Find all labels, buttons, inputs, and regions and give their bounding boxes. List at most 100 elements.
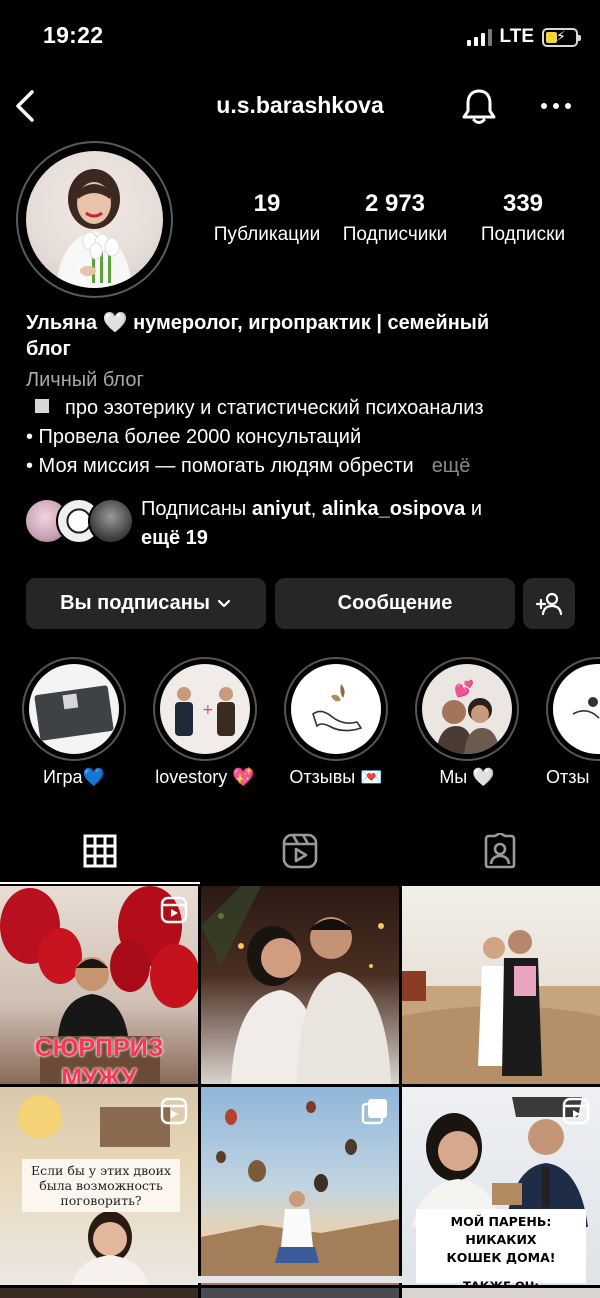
suggest-users-button[interactable] <box>523 578 575 629</box>
post-image <box>201 886 391 1084</box>
message-button-label: Сообщение <box>337 592 453 614</box>
reels-icon <box>282 833 318 869</box>
tab-grid[interactable] <box>0 820 200 882</box>
highlight-cover: 💕 <box>422 664 512 754</box>
bio-category: Личный блог <box>26 369 144 391</box>
followed-by-user[interactable]: aniyut <box>252 498 311 520</box>
stat-following[interactable]: 339 Подписки <box>466 190 580 246</box>
profile-username: u.s.barashkova <box>216 92 384 118</box>
reels-icon <box>160 896 188 924</box>
profile-bio: Ульяна 🤍 нумеролог, игропрактик | семейн… <box>26 310 586 481</box>
stat-posts[interactable]: 19 Публикации <box>210 190 324 246</box>
carousel-icon <box>361 1099 387 1125</box>
followed-by-sep: , <box>310 498 322 520</box>
grid-icon <box>83 834 117 868</box>
highlight-reviews[interactable]: Отзывы 💌 <box>284 657 388 788</box>
stat-following-value: 339 <box>502 190 544 217</box>
highlight-label: Отзы <box>546 767 590 787</box>
square-bullet-icon <box>35 399 49 413</box>
posts-grid: СЮРПРИЗ МУЖУ Если бы у этих двоих была в… <box>0 886 600 1298</box>
highlight-reviews-2[interactable]: Отзы <box>546 657 600 788</box>
highlight-cover <box>291 664 381 754</box>
post-caption: МУЖУ <box>61 1064 137 1084</box>
highlight-game[interactable]: Игра💙 <box>22 657 126 788</box>
svg-text:+: + <box>202 702 214 718</box>
followed-by[interactable]: Подписаны aniyut, alinka_osipova и ещё 19 <box>24 492 584 552</box>
post-tile[interactable]: СЮРПРИЗ МУЖУ <box>0 886 198 1084</box>
bio-name-line1: Ульяна 🤍 нумеролог, игропрактик | семейн… <box>26 312 490 334</box>
highlight-cover-ring <box>546 657 600 761</box>
avatar-photo <box>26 151 163 288</box>
highlight-us[interactable]: 💕 Мы 🤍 <box>415 657 519 788</box>
add-person-icon <box>535 592 563 615</box>
network-type: LTE <box>499 26 534 47</box>
stat-followers[interactable]: 2 973 Подписчики <box>336 190 454 246</box>
followed-by-more[interactable]: ещё 19 <box>141 527 208 549</box>
followed-by-prefix: Подписаны <box>141 498 252 520</box>
highlight-label: lovestory 💖 <box>155 767 255 787</box>
bell-icon[interactable] <box>460 86 498 126</box>
reels-icon <box>562 1097 590 1125</box>
tab-reels[interactable] <box>200 820 400 882</box>
profile-stats: 19 Публикации 2 973 Подписчики 339 Подпи… <box>200 190 600 250</box>
post-tile[interactable] <box>201 1087 399 1285</box>
chevron-down-icon <box>217 599 231 607</box>
bio-more-link[interactable]: ещё <box>432 455 471 477</box>
post-caption: МОЙ ПАРЕНЬ: НИКАКИХ <box>450 1214 552 1247</box>
following-button[interactable]: Вы подписаны <box>26 578 266 629</box>
post-tile[interactable] <box>201 886 399 1084</box>
highlight-cover: + <box>160 664 250 754</box>
post-tile[interactable]: Если бы у этих двоих была возможность по… <box>0 1087 198 1285</box>
post-tile[interactable] <box>402 886 600 1084</box>
reels-icon <box>160 1097 188 1125</box>
followed-by-user[interactable]: alinka_osipova <box>322 498 465 520</box>
stat-followers-label: Подписчики <box>342 224 448 245</box>
highlight-cover <box>553 664 600 754</box>
more-dots-icon[interactable] <box>538 88 574 124</box>
bio-name: Ульяна 🤍 нумеролог, игропрактик | семейн… <box>26 310 586 362</box>
bio-name-line2: блог <box>26 338 71 360</box>
active-tab-indicator <box>0 882 200 884</box>
status-time: 19:22 <box>43 22 104 48</box>
following-button-label: Вы подписаны <box>60 592 210 614</box>
svg-text:💕: 💕 <box>454 679 474 698</box>
highlight-label: Мы 🤍 <box>439 767 495 787</box>
stat-posts-label: Публикации <box>213 224 321 245</box>
highlight-label: Игра💙 <box>43 767 105 787</box>
followed-by-text: Подписаны aniyut, alinka_osipova и ещё 19 <box>141 495 561 553</box>
post-caption-box: МОЙ ПАРЕНЬ: НИКАКИХ КОШЕК ДОМА! ТАКЖЕ ОН… <box>416 1209 586 1285</box>
highlight-lovestory[interactable]: + lovestory 💖 <box>153 657 257 788</box>
bio-line-3: • Моя миссия — помогать людям обрести ещё <box>26 452 586 481</box>
highlight-cover <box>29 664 119 754</box>
post-tile[interactable] <box>402 1288 600 1298</box>
signal-icon <box>466 28 492 46</box>
status-bar: 19:22 LTE ⚡ <box>0 0 600 72</box>
follower-avatar <box>88 498 134 544</box>
post-tile[interactable]: МОЙ ПАРЕНЬ: НИКАКИХ КОШЕК ДОМА! ТАКЖЕ ОН… <box>402 1087 600 1285</box>
stat-posts-value: 19 <box>253 190 281 217</box>
stat-following-label: Подписки <box>480 224 566 245</box>
post-tile[interactable] <box>201 1288 399 1298</box>
bio-line-2: • Провела более 2000 консультаций <box>26 426 362 448</box>
profile-avatar[interactable] <box>16 141 173 298</box>
bio-line-1: про эзотерику и статистический психоанал… <box>26 394 586 423</box>
bio-line-1-text: про эзотерику и статистический психоанал… <box>65 397 484 419</box>
post-caption: КОШЕК ДОМА! <box>446 1250 556 1265</box>
profile-header: u.s.barashkova <box>0 78 600 134</box>
message-button[interactable]: Сообщение <box>275 578 515 629</box>
post-caption: СЮРПРИЗ <box>34 1034 164 1062</box>
bio-line-3-text: • Моя миссия — помогать людям обрести <box>26 455 414 477</box>
battery-charging-icon: ⚡ <box>542 27 581 47</box>
followed-by-suffix: и <box>465 498 483 520</box>
post-tile[interactable] <box>0 1288 198 1298</box>
home-indicator[interactable] <box>193 1276 407 1283</box>
post-image <box>402 930 600 1084</box>
stat-followers-value: 2 973 <box>364 190 426 217</box>
post-caption: Если бы у этих двоих была возможность по… <box>22 1159 180 1212</box>
status-right: LTE ⚡ <box>466 26 581 48</box>
tagged-icon <box>484 833 516 869</box>
highlight-label: Отзывы 💌 <box>289 767 383 787</box>
post-caption: ТАКЖЕ ОН: <box>416 1277 586 1285</box>
tab-tagged[interactable] <box>400 820 600 882</box>
profile-tabs <box>0 820 600 884</box>
